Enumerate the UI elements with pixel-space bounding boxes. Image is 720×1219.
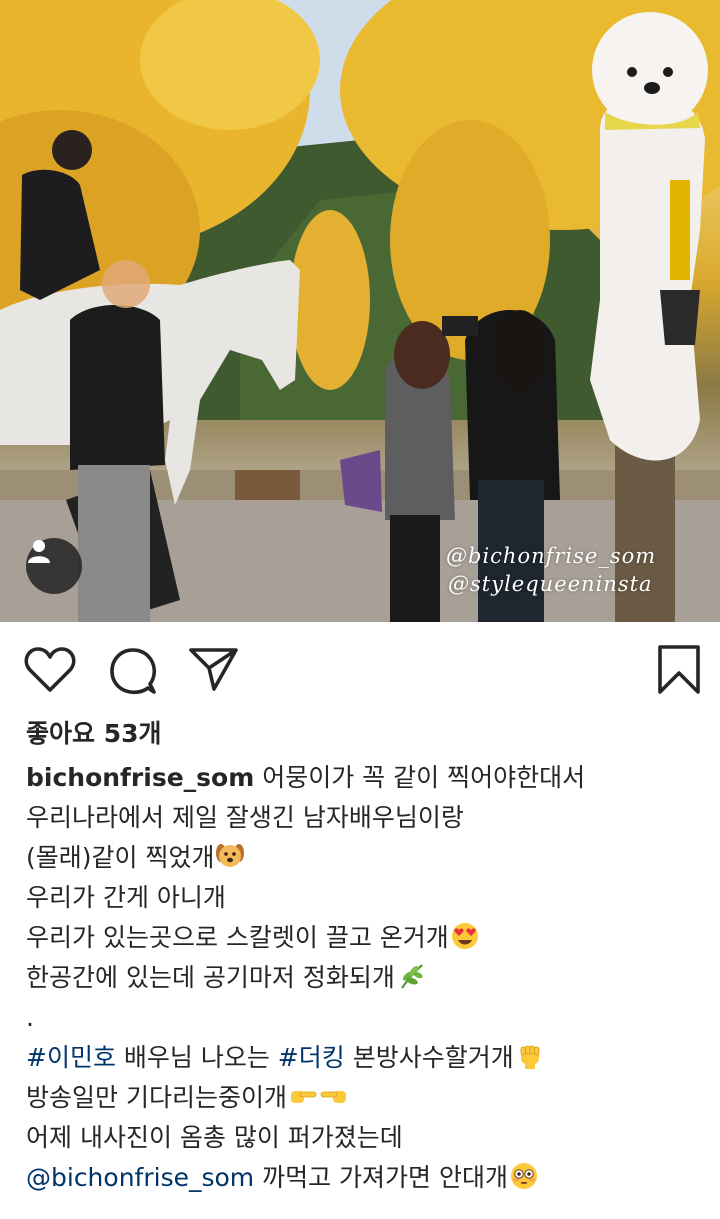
action-bar bbox=[0, 622, 720, 718]
caption-line: 우리나라에서 제일 잘생긴 남자배우님이랑 bbox=[26, 803, 464, 832]
pointing-right-emoji-icon bbox=[290, 1091, 317, 1103]
caption-line: 한공간에 있는데 공기마저 정화되개 bbox=[26, 958, 694, 998]
paper-plane-icon bbox=[189, 648, 238, 691]
heart-icon bbox=[24, 647, 76, 692]
post-caption: 좋아요 53개 bichonfrise_som 어뭉이가 꼭 같이 찍어야한대서… bbox=[0, 718, 720, 1198]
dog-face-emoji-icon bbox=[216, 844, 245, 867]
bookmark-icon bbox=[658, 645, 700, 694]
caption-text: 우리가 있는곳으로 스칼렛이 끌고 온거개 bbox=[26, 923, 449, 952]
post-photo[interactable]: @bichonfrise_som @stylequeeninsta bbox=[0, 0, 720, 622]
tagged-users-button[interactable] bbox=[26, 538, 82, 594]
save-button[interactable] bbox=[656, 644, 702, 700]
caption-line: . bbox=[26, 1003, 34, 1032]
caption-text: 방송일만 기다리는중이개 bbox=[26, 1083, 287, 1112]
like-count[interactable]: 좋아요 53개 bbox=[26, 718, 694, 750]
watermark-stylequeen: @stylequeeninsta bbox=[448, 572, 653, 596]
flushed-face-emoji-icon bbox=[511, 1163, 537, 1189]
caption-line: 우리가 간게 아니개 bbox=[26, 883, 226, 912]
caption-text: (몰래)같이 찍었개 bbox=[26, 843, 215, 872]
like-button[interactable] bbox=[24, 646, 76, 698]
caption-line: 방송일만 기다리는중이개 bbox=[26, 1078, 694, 1118]
hashtag-link[interactable]: #이민호 bbox=[26, 1043, 116, 1072]
mention-link[interactable]: @bichonfrise_som bbox=[26, 1163, 254, 1192]
caption-text: 까먹고 가져가면 안대개 bbox=[254, 1163, 508, 1192]
share-button[interactable] bbox=[188, 646, 240, 696]
caption-line: 우리가 있는곳으로 스칼렛이 끌고 온거개 bbox=[26, 918, 694, 958]
heart-eyes-emoji-icon bbox=[451, 923, 478, 949]
caption-line: bichonfrise_som 어뭉이가 꼭 같이 찍어야한대서 bbox=[26, 758, 694, 798]
caption-line: (몰래)같이 찍었개 bbox=[26, 838, 694, 878]
raised-fist-emoji-icon bbox=[520, 1045, 540, 1069]
caption-text: 어뭉이가 꼭 같이 찍어야한대서 bbox=[254, 763, 586, 792]
caption-line: #이민호 배우님 나오는 #더킹 본방사수할거개 bbox=[26, 1038, 694, 1078]
person-icon bbox=[28, 540, 50, 563]
herb-emoji-icon bbox=[401, 964, 423, 989]
caption-username[interactable]: bichonfrise_som bbox=[26, 763, 254, 792]
hashtag-link[interactable]: #더킹 bbox=[278, 1043, 345, 1072]
comment-button[interactable] bbox=[108, 646, 158, 700]
caption-line: @bichonfrise_som 까먹고 가져가면 안대개 bbox=[26, 1158, 694, 1198]
caption-line: 어제 내사진이 옴총 많이 퍼가졌는데 bbox=[26, 1123, 403, 1152]
watermark-bichonfrise: @bichonfrise_som bbox=[446, 544, 657, 568]
caption-text: 배우님 나오는 bbox=[115, 1043, 278, 1072]
post-photo-illustration bbox=[0, 0, 720, 622]
pointing-left-emoji-icon bbox=[320, 1091, 346, 1103]
caption-text: 본방사수할거개 bbox=[344, 1043, 514, 1072]
caption-text: 한공간에 있는데 공기마저 정화되개 bbox=[26, 963, 395, 992]
comment-icon bbox=[110, 648, 157, 695]
